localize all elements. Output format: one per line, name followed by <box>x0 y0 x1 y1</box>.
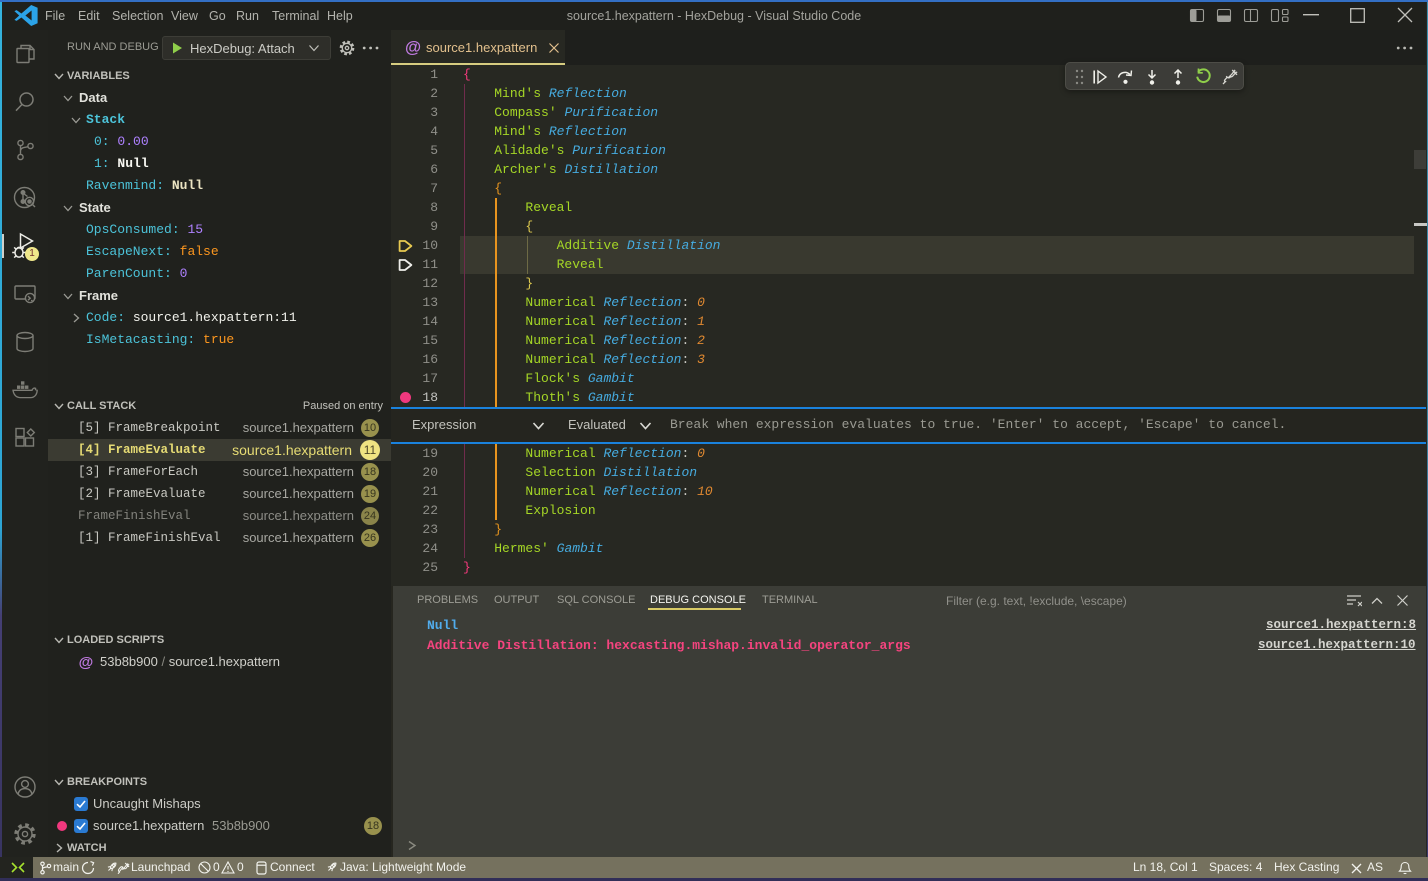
svg-text:@: @ <box>79 654 94 670</box>
svg-text:@: @ <box>405 39 421 57</box>
